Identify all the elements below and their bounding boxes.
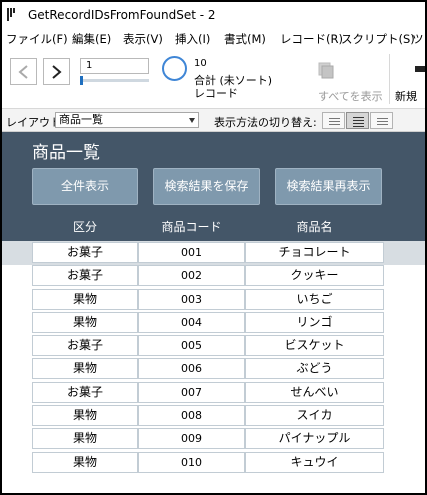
record-slider[interactable] [80,76,149,85]
menu-edit[interactable]: 編集(E) [72,31,111,47]
next-record-button[interactable] [43,58,70,85]
category-field[interactable]: 果物 [32,358,138,380]
column-header-name: 商品名 [296,220,333,234]
code-field[interactable]: 008 [138,405,245,427]
save-found-set-button[interactable]: 検索結果を保存 [153,168,260,205]
record-label: レコード [194,87,238,100]
list-item[interactable]: 果物 010 キュウイ [32,451,384,474]
layout-header: 商品一覧 全件表示 検索結果を保存 検索結果再表示 区分 商品コード 商品名 [2,132,425,241]
show-all-records-icon[interactable] [318,62,335,80]
list-item[interactable]: お菓子 001 チョコレート [32,241,384,264]
category-field[interactable]: 果物 [32,288,138,310]
menu-bar: ファイル(F) 編集(E) 表示(V) 挿入(I) 書式(M) レコード(R) … [2,28,425,48]
category-field[interactable]: お菓子 [32,381,138,403]
chevron-left-icon [18,65,28,79]
category-field[interactable]: 果物 [32,405,138,427]
list-item[interactable]: 果物 009 パイナップル [32,427,384,450]
layout-dropdown[interactable]: 商品一覧 [55,112,199,128]
name-field[interactable]: いちご [245,288,384,310]
new-record-icon[interactable] [415,66,425,72]
name-field[interactable]: チョコレート [245,242,384,263]
list-item[interactable]: 果物 004 リンゴ [32,311,384,334]
record-slider-thumb[interactable] [80,76,83,85]
name-field[interactable]: キュウイ [245,451,384,473]
category-field[interactable]: お菓子 [32,335,138,357]
menu-records[interactable]: レコード(R) [280,31,343,47]
app-window: GetRecordIDsFromFoundSet - 2 ファイル(F) 編集(… [2,2,425,493]
dropdown-arrow-icon [189,118,195,123]
name-field[interactable]: せんべい [245,381,384,403]
view-switch-label: 表示方法の切り替え: [214,116,317,129]
layout-bar: レイアウト: 商品一覧 表示方法の切り替え: [2,109,425,132]
code-field[interactable]: 006 [138,358,245,380]
category-field[interactable]: 果物 [32,428,138,450]
column-header-code: 商品コード [161,220,222,234]
list-item[interactable]: 果物 003 いちご [32,288,384,311]
filemaker-app-icon [7,8,15,21]
list-view-button[interactable] [346,112,369,129]
menu-insert[interactable]: 挿入(I) [175,31,210,47]
form-view-button[interactable] [322,112,345,129]
name-field[interactable]: ぶどう [245,358,384,380]
previous-record-button[interactable] [10,58,37,85]
window-title: GetRecordIDsFromFoundSet - 2 [28,8,216,22]
toolbar-divider [389,54,390,104]
menu-view[interactable]: 表示(V) [123,31,163,47]
record-count: 10 [194,58,207,69]
page-title: 商品一覧 [32,143,100,163]
category-field[interactable]: 果物 [32,311,138,333]
chevron-right-icon [52,65,62,79]
category-field[interactable]: 果物 [32,451,138,473]
current-record-field[interactable]: 1 [80,58,149,74]
show-all-button-label[interactable]: すべてを表示 [318,88,383,104]
name-field[interactable]: リンゴ [245,311,384,333]
menu-file[interactable]: ファイル(F) [6,31,68,47]
record-list: お菓子 001 チョコレート お菓子 002 クッキー 果物 003 いちご 果… [32,241,384,474]
list-item[interactable]: お菓子 005 ビスケット [32,334,384,357]
code-field[interactable]: 009 [138,428,245,450]
code-field[interactable]: 005 [138,335,245,357]
name-field[interactable]: パイナップル [245,428,384,450]
category-field[interactable]: お菓子 [32,265,138,287]
code-field[interactable]: 004 [138,311,245,333]
list-item[interactable]: お菓子 002 クッキー [32,264,384,287]
list-item[interactable]: 果物 008 スイカ [32,404,384,427]
list-item[interactable]: 果物 006 ぶどう [32,357,384,380]
show-all-button[interactable]: 全件表示 [32,168,138,205]
new-record-button-label[interactable]: 新規 [395,88,417,104]
code-field[interactable]: 002 [138,265,245,287]
menu-tools[interactable]: ツ [412,31,424,47]
status-toolbar: 1 10 合計 (未ソート) レコード すべてを表示 新規 [2,48,425,109]
table-view-button[interactable] [370,112,393,129]
menu-format[interactable]: 書式(M) [224,31,266,47]
restore-found-set-button[interactable]: 検索結果再表示 [275,168,382,205]
code-field[interactable]: 001 [138,242,245,263]
code-field[interactable]: 007 [138,381,245,403]
name-field[interactable]: スイカ [245,405,384,427]
name-field[interactable]: クッキー [245,265,384,287]
category-field[interactable]: お菓子 [32,242,138,263]
record-pie-icon [162,56,187,81]
menu-scripts[interactable]: スクリプト(S) [341,31,415,47]
list-item[interactable]: お菓子 007 せんべい [32,381,384,404]
layout-dropdown-value: 商品一覧 [59,113,103,126]
code-field[interactable]: 010 [138,451,245,473]
name-field[interactable]: ビスケット [245,335,384,357]
code-field[interactable]: 003 [138,288,245,310]
title-bar: GetRecordIDsFromFoundSet - 2 [2,2,425,28]
column-header-category: 区分 [72,220,97,234]
